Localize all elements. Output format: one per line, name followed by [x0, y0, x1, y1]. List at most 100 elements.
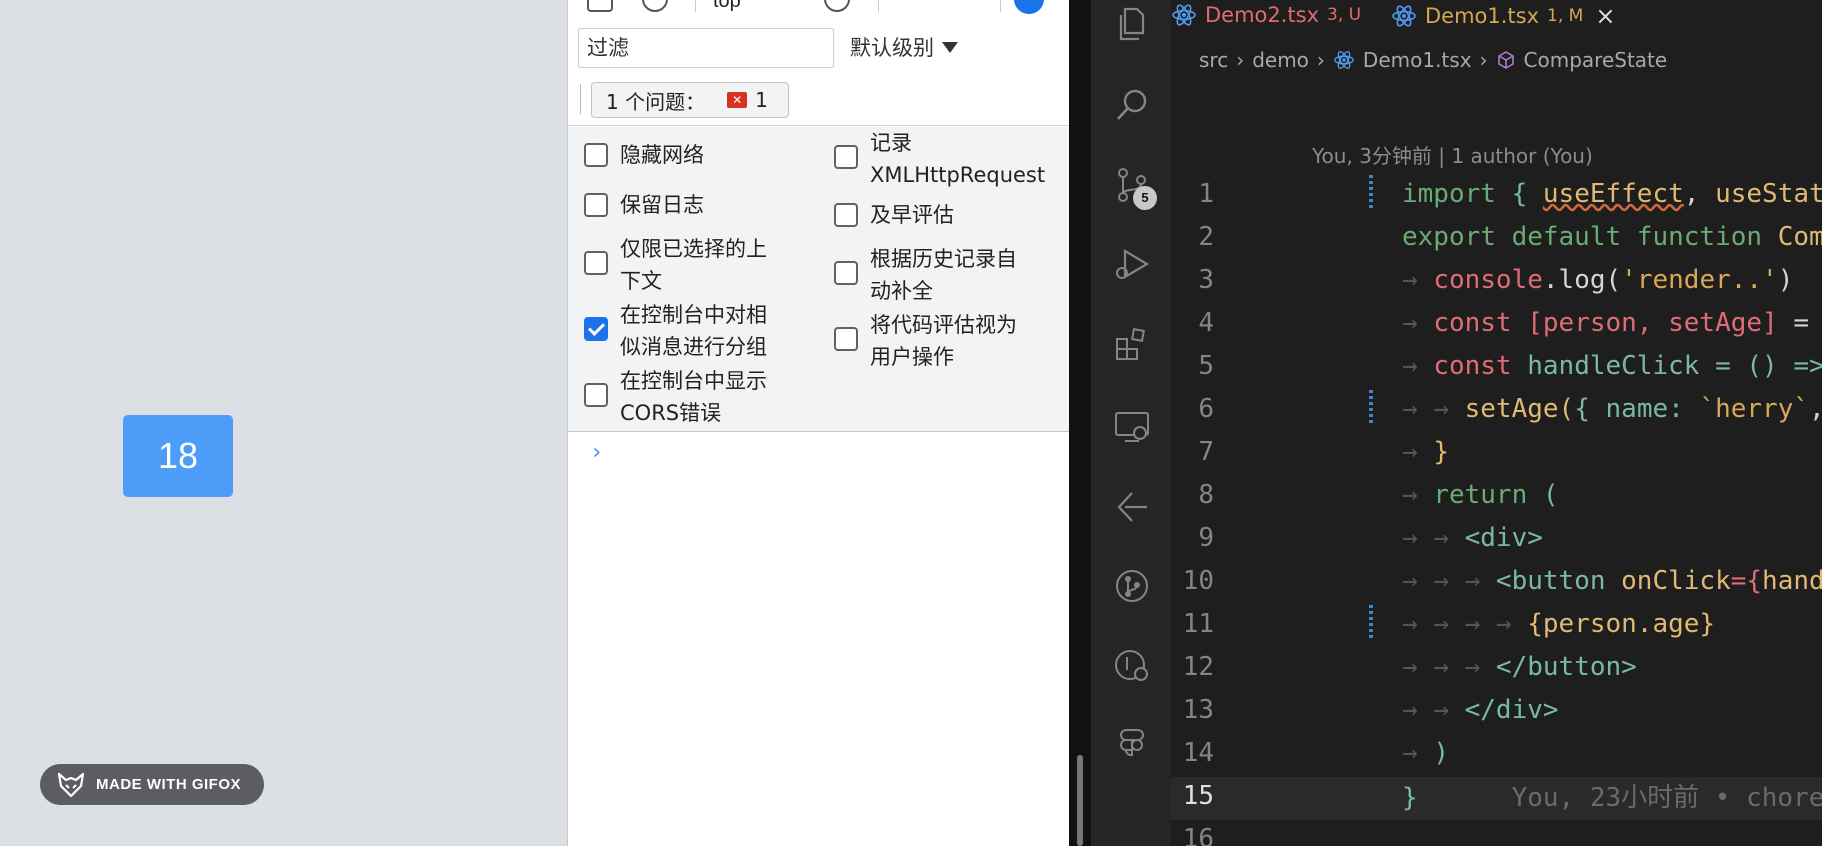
- scrollbar-thumb[interactable]: [1077, 755, 1083, 846]
- toolbar-divider: [1000, 0, 1001, 12]
- close-icon[interactable]: ×: [1595, 2, 1615, 30]
- chevron-down-icon: [942, 41, 958, 53]
- age-button[interactable]: 18: [123, 415, 233, 497]
- option-preserve-log[interactable]: 保留日志: [584, 189, 704, 221]
- explorer-icon[interactable]: [1113, 5, 1151, 43]
- line-number: 16: [1182, 823, 1214, 846]
- breadcrumb-item[interactable]: Demo1.tsx: [1363, 48, 1472, 72]
- search-icon[interactable]: [1113, 86, 1151, 124]
- tab-demo2[interactable]: Demo2.tsx 3, U: [1171, 2, 1361, 28]
- code-line-active: 15 } You, 23小时前 • chore:: [1171, 774, 1822, 817]
- breadcrumb-item[interactable]: demo: [1252, 48, 1309, 72]
- issues-count: 1: [755, 88, 768, 112]
- issues-label: 1 个问题：: [606, 89, 706, 114]
- react-file-icon: [1392, 5, 1416, 27]
- option-eager-evaluation[interactable]: 及早评估: [834, 199, 954, 231]
- breadcrumb-item[interactable]: src: [1199, 48, 1228, 72]
- line-number: 10: [1182, 565, 1214, 596]
- code-text: export default function Compa: [1402, 221, 1822, 252]
- option-show-cors-errors[interactable]: 在控制台中显示 CORS错误: [584, 365, 767, 429]
- breadcrumb-item[interactable]: CompareState: [1524, 48, 1668, 72]
- log-level-select[interactable]: 默认级别: [850, 32, 958, 62]
- checkbox[interactable]: [834, 261, 858, 285]
- option-selected-context-only[interactable]: 仅限已选择的上 下文: [584, 233, 767, 297]
- code-line: 2 export default function Compa: [1171, 215, 1822, 258]
- line-number: 13: [1182, 694, 1214, 725]
- option-label: 记录 XMLHttpRequest: [870, 131, 1046, 187]
- checkbox-checked[interactable]: [584, 317, 608, 341]
- option-label: 根据历史记录自 动补全: [870, 247, 1017, 303]
- console-settings-panel: 隐藏网络 保留日志 仅限已选择的上 下文 在控制台中对相 似消息进行分组 在控制…: [568, 127, 1070, 432]
- line-number: 3: [1198, 264, 1214, 295]
- devtools-console-panel: top 默认级别 1 个问题： ✕ 1 隐藏网络 保留日志: [567, 0, 1070, 846]
- code-line: 7 → }: [1171, 430, 1822, 473]
- code-text: import { useEffect, useState: [1402, 178, 1822, 209]
- line-number: 4: [1198, 307, 1214, 338]
- code-line: 1 import { useEffect, useState: [1171, 172, 1822, 215]
- line-number: 6: [1198, 393, 1214, 424]
- option-label: 在控制台中对相 似消息进行分组: [620, 303, 767, 359]
- code-line: 3 → console.log('render..') ×1: [1171, 258, 1822, 301]
- line-number: 5: [1198, 350, 1214, 381]
- option-label: 仅限已选择的上 下文: [620, 237, 767, 293]
- option-hide-network[interactable]: 隐藏网络: [584, 139, 704, 171]
- tab-status: 1, M: [1547, 6, 1584, 26]
- checkbox[interactable]: [584, 251, 608, 275]
- option-label: 在控制台中显示 CORS错误: [620, 369, 767, 425]
- code-line: 14 → ): [1171, 731, 1822, 774]
- codelens-blame[interactable]: You, 3分钟前 | 1 author (You): [1312, 140, 1593, 169]
- code-line: 13 → → </div>: [1171, 688, 1822, 731]
- react-file-icon: [1333, 51, 1354, 69]
- code-text: → → setAge({ name: `herry`, a: [1402, 393, 1822, 424]
- option-log-xhr[interactable]: 记录 XMLHttpRequest: [834, 127, 1045, 191]
- console-settings-gear-icon[interactable]: [1014, 0, 1044, 14]
- code-text: → }: [1402, 436, 1449, 467]
- option-label: 保留日志: [620, 193, 704, 217]
- modified-gutter-marker: [1369, 390, 1373, 426]
- checkbox[interactable]: [834, 145, 858, 169]
- code-line: 5 → const handleClick = () => {: [1171, 344, 1822, 387]
- code-text: → console.log('render..') ×1: [1402, 264, 1822, 295]
- code-text: → → → <button onClick={handle: [1402, 565, 1822, 596]
- line-number: 14: [1182, 737, 1214, 768]
- code-text: → ): [1402, 737, 1449, 768]
- option-label: 隐藏网络: [620, 143, 704, 167]
- app-preview: 18 MADE WITH GIFOX: [0, 0, 567, 846]
- line-number: 11: [1182, 608, 1214, 639]
- context-selector[interactable]: top: [713, 0, 741, 13]
- panel-divider[interactable]: [1069, 0, 1091, 846]
- live-expression-eye-icon[interactable]: [824, 0, 850, 12]
- issues-row: 1 个问题： ✕ 1: [568, 78, 1070, 126]
- line-number: 1: [1198, 178, 1214, 209]
- filter-row: 默认级别: [568, 26, 1070, 70]
- code-text: → return (: [1402, 479, 1559, 510]
- checkbox[interactable]: [584, 193, 608, 217]
- code-line: 10 → → → <button onClick={handle: [1171, 559, 1822, 602]
- checkbox[interactable]: [584, 383, 608, 407]
- line-number: 7: [1198, 436, 1214, 467]
- line-number: 8: [1198, 479, 1214, 510]
- line-number: 2: [1198, 221, 1214, 252]
- checkbox[interactable]: [834, 203, 858, 227]
- option-autocomplete-history[interactable]: 根据历史记录自 动补全: [834, 243, 1017, 307]
- option-treat-as-user-action[interactable]: 将代码评估视为 用户操作: [834, 309, 1017, 373]
- issues-button[interactable]: 1 个问题： ✕ 1: [591, 82, 789, 118]
- code-line: 9 → → <div>: [1171, 516, 1822, 559]
- fox-icon: [57, 772, 85, 797]
- checkbox[interactable]: [584, 143, 608, 167]
- option-group-similar[interactable]: 在控制台中对相 似消息进行分组: [584, 299, 767, 363]
- clear-console-icon[interactable]: [642, 0, 668, 12]
- console-prompt-chevron-icon[interactable]: ›: [590, 440, 603, 465]
- code-line: 4 → const [person, setAge] = us: [1171, 301, 1822, 344]
- filter-input[interactable]: [578, 28, 834, 68]
- toolbar-divider: [878, 0, 879, 12]
- checkbox[interactable]: [834, 327, 858, 351]
- tab-demo1[interactable]: Demo1.tsx 1, M ×: [1391, 2, 1615, 30]
- code-line: 16: [1171, 817, 1822, 846]
- gifox-label: MADE WITH GIFOX: [96, 776, 241, 793]
- sidebar-toggle-icon[interactable]: [587, 0, 613, 12]
- code-text: → → </div>: [1402, 694, 1559, 725]
- modified-gutter-marker: [1369, 605, 1373, 641]
- devtools-toolbar: top: [568, 0, 1070, 14]
- code-line: 8 → return (: [1171, 473, 1822, 516]
